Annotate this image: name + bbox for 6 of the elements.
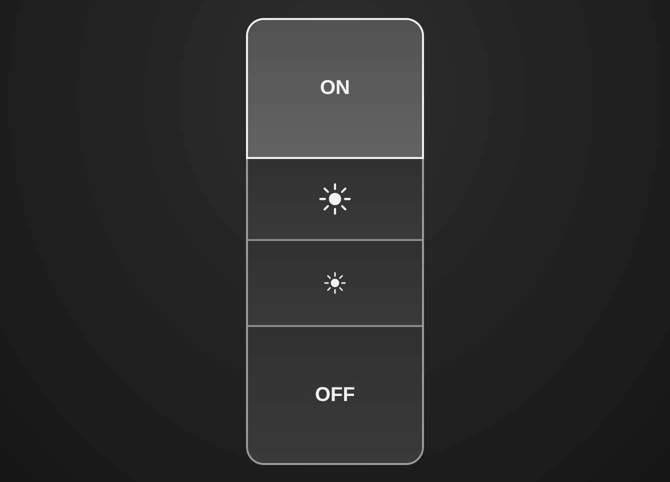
brighten-button[interactable]	[248, 156, 422, 240]
sun-icon	[319, 182, 351, 215]
power-button[interactable]: ON	[248, 20, 422, 157]
sun-icon	[324, 272, 346, 294]
dim-button[interactable]	[248, 239, 422, 326]
power-button[interactable]: OFF	[248, 325, 422, 464]
